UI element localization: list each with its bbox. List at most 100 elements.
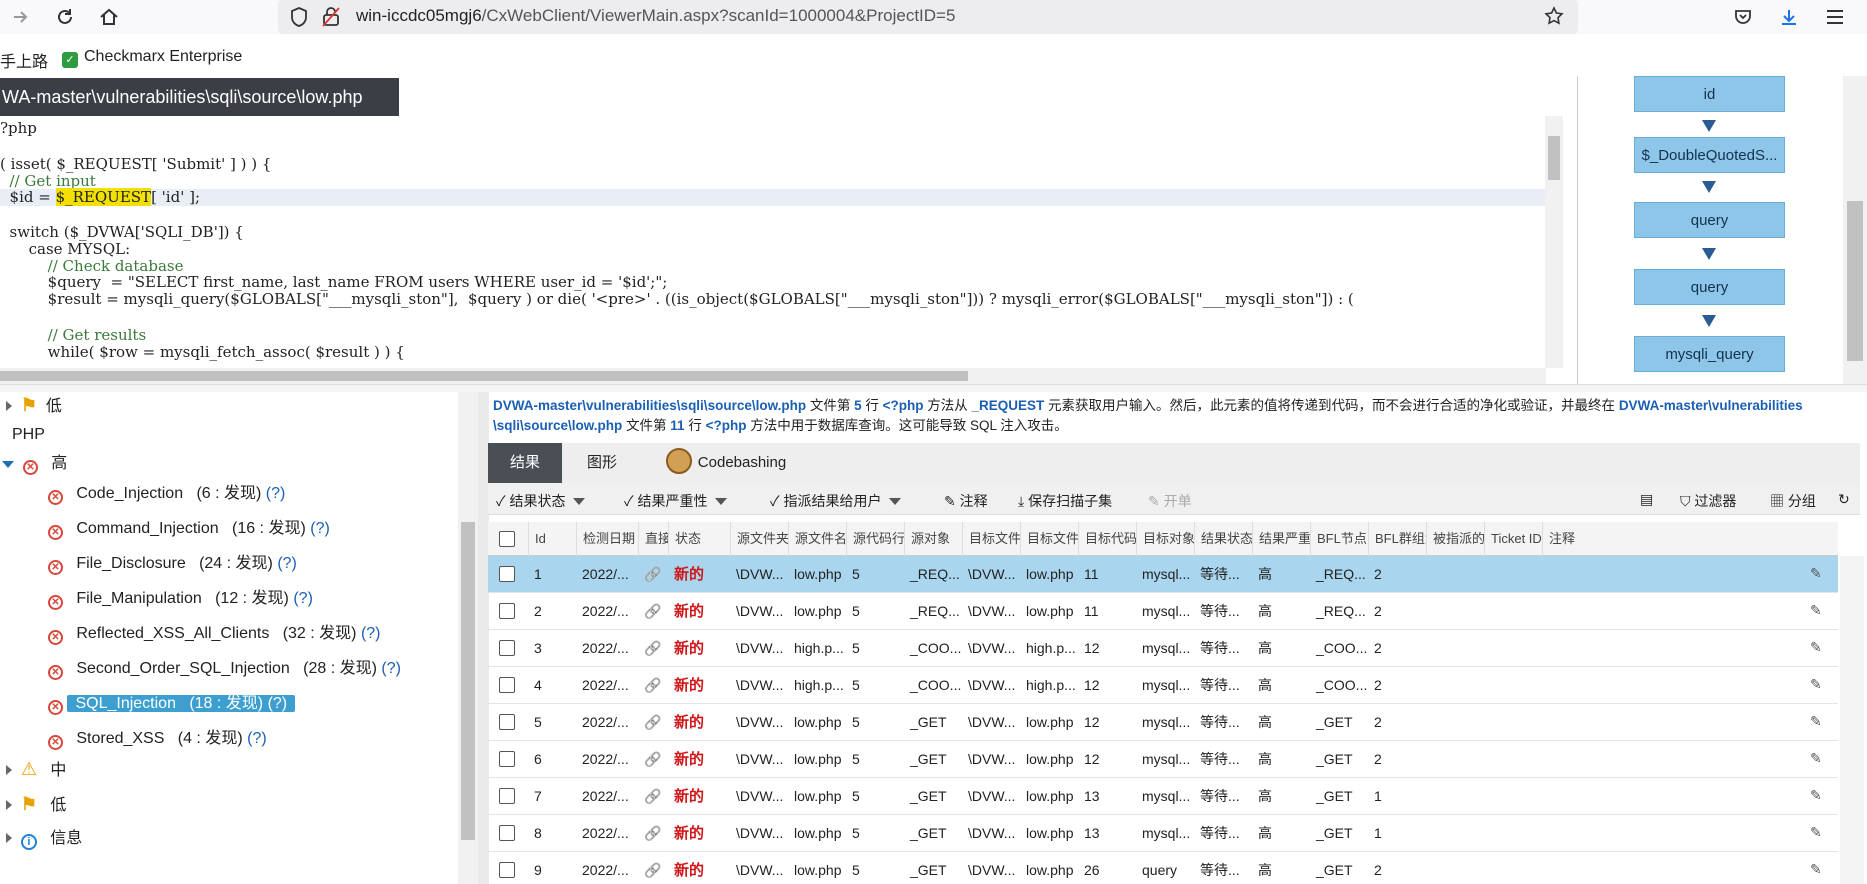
horizontal-splitter[interactable] [0, 384, 1867, 392]
scrollbar-thumb[interactable] [1548, 136, 1560, 180]
tree-item-code-injection[interactable]: ✕ Code_Injection (6 : 发现) (?) [48, 481, 285, 507]
help-link[interactable]: (?) [381, 660, 401, 677]
graph-node[interactable]: query [1634, 202, 1785, 238]
col-status[interactable]: 状态 [668, 522, 730, 556]
code-vertical-scrollbar[interactable] [1545, 116, 1563, 368]
row-checkbox[interactable] [499, 788, 515, 804]
table-row[interactable]: 🔗 2 2022/... 新的 \DVW... low.php 5 _REQ... \DVW..… [488, 593, 1838, 630]
edit-pencil-icon[interactable]: ✎ [1810, 750, 1822, 767]
bookmark-getting-started[interactable]: 手上路 [0, 48, 48, 72]
col-result-severity[interactable]: 结果严重性 [1252, 522, 1310, 556]
col-result-status[interactable]: 结果状态 [1194, 522, 1252, 556]
expand-icon[interactable] [6, 833, 12, 843]
dest-line-link[interactable]: 11 [670, 418, 684, 433]
col-source-line[interactable]: 源代码行 [846, 522, 904, 556]
grid-scrollbar[interactable] [1840, 556, 1864, 884]
reload-icon[interactable] [50, 2, 80, 32]
col-dest-object[interactable]: 目标对象 [1136, 522, 1194, 556]
help-link[interactable]: (?) [266, 485, 286, 502]
col-bfl-node[interactable]: BFL节点 [1310, 522, 1368, 556]
tree-node-medium[interactable]: ⚠ 中 [6, 756, 66, 782]
row-checkbox[interactable] [499, 714, 515, 730]
tree-item-file-disclosure[interactable]: ✕ File_Disclosure (24 : 发现) (?) [48, 551, 297, 577]
row-checkbox[interactable] [499, 603, 515, 619]
table-row[interactable]: 🔗 9 2022/... 新的 \DVW... low.php 5 _GET \DVW... lo… [488, 852, 1838, 884]
direct-link-icon[interactable]: 🔗 [638, 852, 668, 884]
tree-item-second-order-sqli[interactable]: ✕ Second_Order_SQL_Injection (28 : 发现) (… [48, 656, 401, 682]
tree-item-stored-xss[interactable]: ✕ Stored_XSS (4 : 发现) (?) [48, 726, 267, 752]
row-checkbox[interactable] [499, 862, 515, 878]
col-source-object[interactable]: 源对象 [904, 522, 962, 556]
col-source-file[interactable]: 源文件名 [788, 522, 846, 556]
expand-icon[interactable] [6, 401, 12, 411]
columns-icon[interactable]: ▤ [1640, 491, 1653, 508]
direct-link-icon[interactable]: 🔗 [638, 667, 668, 704]
help-link[interactable]: (?) [310, 520, 330, 537]
row-checkbox[interactable] [499, 566, 515, 582]
tab-codebashing[interactable]: Codebashing [656, 443, 796, 483]
pocket-icon[interactable] [1728, 2, 1758, 32]
help-link[interactable]: (?) [361, 625, 381, 642]
col-id[interactable]: Id [528, 522, 576, 556]
col-comment[interactable]: 注释 [1542, 522, 1600, 556]
menu-icon[interactable] [1820, 2, 1850, 32]
direct-link-icon[interactable]: 🔗 [638, 815, 668, 852]
source-line-link[interactable]: 5 [854, 398, 862, 413]
graph-node[interactable]: $_DoubleQuotedS... [1634, 137, 1785, 173]
open-ticket-button[interactable]: ✎ 开单 [1148, 491, 1192, 511]
col-dest-line[interactable]: 目标代码行 [1078, 522, 1136, 556]
graph-scrollbar[interactable] [1843, 76, 1867, 384]
code-viewer[interactable]: ?php ( isset( $_REQUEST[ 'Submit' ] ) ) … [0, 116, 1546, 368]
filter-button[interactable]: ⛉ 过滤器 [1680, 491, 1736, 511]
insecure-lock-icon[interactable] [322, 7, 340, 31]
result-status-dropdown[interactable]: ✓ 结果状态 [496, 491, 586, 511]
dest-method-link[interactable]: <?php [706, 418, 747, 433]
col-direct-link[interactable]: 直接链 [638, 522, 668, 556]
expand-icon[interactable] [6, 765, 12, 775]
table-row[interactable]: 🔗 7 2022/... 新的 \DVW... low.php 5 _GET \DVW... lo… [488, 778, 1838, 815]
direct-link-icon[interactable]: 🔗 [638, 556, 668, 593]
comment-button[interactable]: ✎ 注释 [944, 491, 988, 511]
row-checkbox[interactable] [499, 677, 515, 693]
code-horizontal-scrollbar[interactable] [0, 368, 1546, 384]
download-icon[interactable] [1774, 2, 1804, 32]
forward-icon[interactable] [6, 2, 36, 32]
code-file-tab[interactable]: WA-master\vulnerabilities\sqli\source\lo… [0, 78, 399, 116]
url-text[interactable]: win-iccdc05mgj6/CxWebClient/ViewerMain.a… [356, 6, 955, 26]
edit-pencil-icon[interactable]: ✎ [1810, 676, 1822, 693]
tree-item-reflected-xss[interactable]: ✕ Reflected_XSS_All_Clients (32 : 发现) (?… [48, 621, 381, 647]
bookmark-checkmarx[interactable]: ✓ Checkmarx Enterprise [62, 48, 242, 68]
table-row[interactable]: 🔗 6 2022/... 新的 \DVW... low.php 5 _GET \DVW... lo… [488, 741, 1838, 778]
scrollbar-thumb[interactable] [0, 371, 968, 381]
assign-user-dropdown[interactable]: ✓ 指派结果给用户 [770, 491, 902, 511]
edit-pencil-icon[interactable]: ✎ [1810, 713, 1822, 730]
edit-pencil-icon[interactable]: ✎ [1810, 861, 1822, 878]
help-link[interactable]: (?) [247, 730, 267, 747]
col-assigned-user[interactable]: 被指派的用户 [1426, 522, 1484, 556]
table-row[interactable]: 🔗 1 2022/... 新的 \DVW... low.php 5 _REQ... \DVW..… [488, 556, 1838, 593]
graph-node[interactable]: query [1634, 269, 1785, 305]
home-icon[interactable] [94, 2, 124, 32]
dest-file-link[interactable]: DVWA-master\vulnerabilities [1619, 398, 1803, 413]
bookmark-star-icon[interactable] [1544, 6, 1564, 30]
highlighted-token[interactable]: $_REQUEST [55, 188, 152, 206]
tree-item-sql-injection[interactable]: ✕ SQL_Injection (18 : 发现) (?) [48, 691, 296, 717]
row-checkbox[interactable] [499, 825, 515, 841]
table-row[interactable]: 🔗 8 2022/... 新的 \DVW... low.php 5 _GET \DVW... lo… [488, 815, 1838, 852]
direct-link-icon[interactable]: 🔗 [638, 704, 668, 741]
edit-pencil-icon[interactable]: ✎ [1810, 787, 1822, 804]
col-dest-file[interactable]: 目标文件名 [1020, 522, 1078, 556]
row-checkbox[interactable] [499, 751, 515, 767]
tree-scrollbar[interactable] [458, 392, 478, 884]
help-link[interactable]: (?) [268, 695, 288, 712]
direct-link-icon[interactable]: 🔗 [638, 630, 668, 667]
collapse-icon[interactable] [2, 461, 14, 468]
graph-node[interactable]: id [1634, 76, 1785, 112]
tree-node-php[interactable]: PHP [12, 422, 45, 448]
help-link[interactable]: (?) [293, 590, 313, 607]
tree-item-command-injection[interactable]: ✕ Command_Injection (16 : 发现) (?) [48, 516, 330, 542]
graph-node[interactable]: mysqli_query [1634, 336, 1785, 372]
col-source-folder[interactable]: 源文件夹 [730, 522, 788, 556]
row-checkbox[interactable] [499, 640, 515, 656]
refresh-icon[interactable]: ↻ [1838, 491, 1850, 508]
